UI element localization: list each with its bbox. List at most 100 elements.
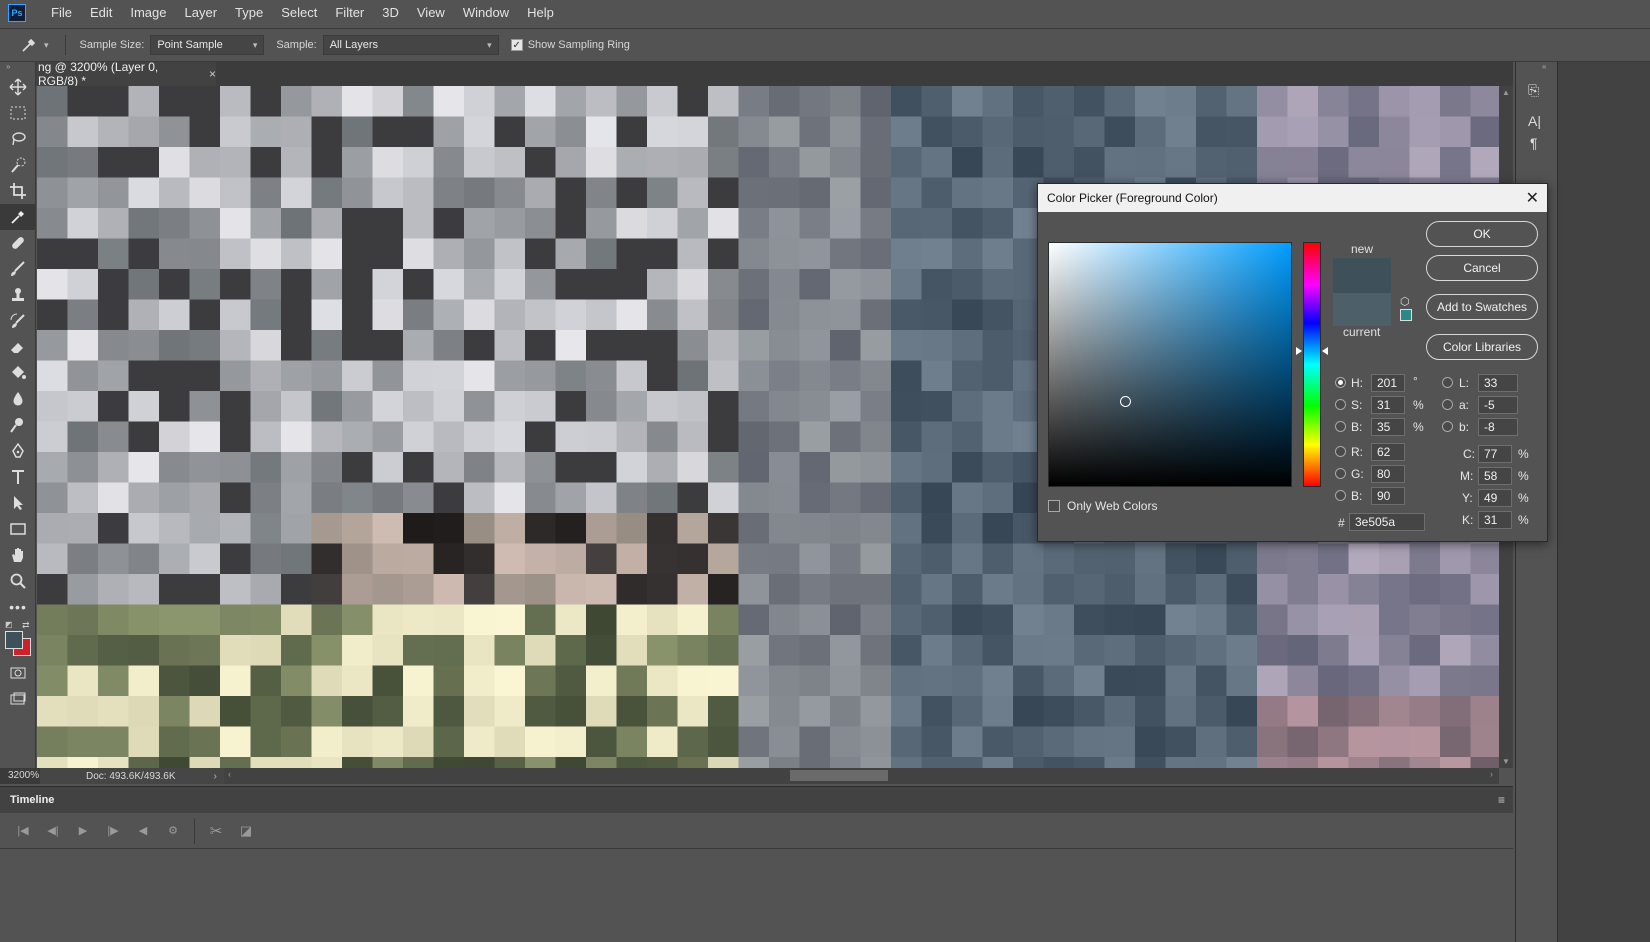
brightness-field[interactable]: 35 xyxy=(1371,418,1405,436)
first-frame-icon[interactable]: |◀ xyxy=(8,824,38,837)
quick-mask-button[interactable] xyxy=(0,660,36,686)
crop-tool[interactable] xyxy=(0,178,36,204)
dialog-titlebar[interactable]: Color Picker (Foreground Color) ✕ xyxy=(1038,184,1547,212)
show-sampling-ring-checkbox[interactable]: ✓ xyxy=(510,39,523,51)
blue-field[interactable]: 90 xyxy=(1371,487,1405,505)
audio-icon[interactable]: ◀ xyxy=(128,824,158,837)
blur-tool[interactable] xyxy=(0,386,36,412)
document-tab[interactable]: ng @ 3200% (Layer 0, RGB/8) * × xyxy=(36,60,216,88)
green-field[interactable]: 80 xyxy=(1371,465,1405,483)
previous-frame-icon[interactable]: ◀| xyxy=(38,824,68,837)
red-field[interactable]: 62 xyxy=(1371,443,1405,461)
path-selection-tool[interactable] xyxy=(0,490,36,516)
scroll-up-icon[interactable]: ▲ xyxy=(1502,88,1510,97)
saturation-radio[interactable] xyxy=(1335,399,1346,410)
default-colors-icon[interactable]: ◩ xyxy=(5,620,13,629)
ok-button[interactable]: OK xyxy=(1426,221,1538,247)
hue-radio[interactable] xyxy=(1335,377,1346,388)
play-icon[interactable]: ▶ xyxy=(68,824,98,837)
only-web-colors-checkbox[interactable] xyxy=(1048,500,1060,512)
current-color-swatch[interactable] xyxy=(1333,293,1391,326)
type-tool[interactable] xyxy=(0,464,36,490)
hue-slider[interactable] xyxy=(1303,242,1321,487)
green-radio[interactable] xyxy=(1335,468,1346,479)
healing-brush-tool[interactable] xyxy=(0,230,36,256)
sample-size-select[interactable]: Point Sample ▾ xyxy=(150,35,265,55)
hue-field[interactable]: 201 xyxy=(1371,374,1405,392)
move-tool[interactable] xyxy=(0,74,36,100)
menu-edit[interactable]: Edit xyxy=(81,0,121,26)
split-scissors-icon[interactable]: ✂ xyxy=(201,822,231,840)
scroll-down-icon[interactable]: ▼ xyxy=(1502,757,1510,766)
horizontal-scrollbar[interactable]: ‹ › xyxy=(224,768,1499,784)
magenta-field[interactable]: 58 xyxy=(1478,467,1512,485)
more-tools-button[interactable]: ••• xyxy=(0,594,36,620)
history-panel-icon[interactable]: ⎘ xyxy=(1516,74,1557,99)
settings-gear-icon[interactable]: ⚙ xyxy=(158,824,188,837)
black-field[interactable]: 31 xyxy=(1478,511,1512,529)
cancel-button[interactable]: Cancel xyxy=(1426,255,1538,281)
eyedropper-tool[interactable] xyxy=(0,204,36,230)
blue-radio[interactable] xyxy=(1335,490,1346,501)
lab-b-radio[interactable] xyxy=(1442,421,1453,432)
lab-b-field[interactable]: -8 xyxy=(1478,418,1518,436)
paragraph-panel-icon[interactable]: ¶ xyxy=(1516,129,1557,151)
sample-select[interactable]: All Layers ▾ xyxy=(322,35,499,55)
next-frame-icon[interactable]: |▶ xyxy=(98,824,128,837)
3d-cube-icon[interactable]: ⬡ xyxy=(1400,295,1410,308)
pen-tool[interactable] xyxy=(0,438,36,464)
brightness-radio[interactable] xyxy=(1335,421,1346,432)
close-icon[interactable]: ✕ xyxy=(1526,188,1539,208)
paint-bucket-tool[interactable] xyxy=(0,360,36,386)
quick-selection-tool[interactable] xyxy=(0,152,36,178)
lasso-tool[interactable] xyxy=(0,126,36,152)
menu-3d[interactable]: 3D xyxy=(373,0,408,26)
hex-field[interactable]: 3e505a xyxy=(1349,513,1425,531)
collapse-icon[interactable]: « xyxy=(1516,62,1557,74)
swap-colors-icon[interactable]: ⇄ xyxy=(22,620,30,631)
menu-view[interactable]: View xyxy=(408,0,454,26)
eraser-tool[interactable] xyxy=(0,334,36,360)
lab-a-field[interactable]: -5 xyxy=(1478,396,1518,414)
lightness-radio[interactable] xyxy=(1442,377,1453,388)
menu-window[interactable]: Window xyxy=(454,0,518,26)
screen-mode-button[interactable] xyxy=(0,686,36,712)
zoom-level[interactable]: 3200% xyxy=(0,768,40,784)
dodge-tool[interactable] xyxy=(0,412,36,438)
rectangle-tool[interactable] xyxy=(0,516,36,542)
hue-slider-left-arrow[interactable] xyxy=(1296,347,1302,355)
brush-tool[interactable] xyxy=(0,256,36,282)
marquee-tool[interactable] xyxy=(0,100,36,126)
hue-slider-right-arrow[interactable] xyxy=(1322,347,1328,355)
timeline-title[interactable]: Timeline xyxy=(10,794,54,806)
menu-select[interactable]: Select xyxy=(272,0,326,26)
web-safe-color-icon[interactable] xyxy=(1400,309,1412,321)
color-libraries-button[interactable]: Color Libraries xyxy=(1426,334,1538,360)
status-menu-icon[interactable]: › xyxy=(214,771,217,782)
transition-icon[interactable]: ◪ xyxy=(231,823,261,839)
menu-type[interactable]: Type xyxy=(226,0,272,26)
horizontal-scroll-thumb[interactable] xyxy=(790,770,888,781)
panel-menu-icon[interactable]: ≡ xyxy=(1498,793,1505,807)
character-panel-icon[interactable]: A| xyxy=(1516,99,1557,129)
scroll-right-icon[interactable]: › xyxy=(1490,769,1493,779)
menu-help[interactable]: Help xyxy=(518,0,563,26)
add-to-swatches-button[interactable]: Add to Swatches xyxy=(1426,294,1538,320)
hand-tool[interactable] xyxy=(0,542,36,568)
menu-file[interactable]: File xyxy=(42,0,81,26)
menu-layer[interactable]: Layer xyxy=(176,0,227,26)
cyan-field[interactable]: 77 xyxy=(1478,445,1512,463)
close-tab-icon[interactable]: × xyxy=(209,67,216,81)
preset-chevron-icon[interactable]: ▾ xyxy=(44,40,49,51)
red-radio[interactable] xyxy=(1335,446,1346,457)
lightness-field[interactable]: 33 xyxy=(1478,374,1518,392)
lab-a-radio[interactable] xyxy=(1442,399,1453,410)
clone-stamp-tool[interactable] xyxy=(0,282,36,308)
menu-image[interactable]: Image xyxy=(121,0,175,26)
history-brush-tool[interactable] xyxy=(0,308,36,334)
yellow-field[interactable]: 49 xyxy=(1478,489,1512,507)
foreground-color-swatch[interactable] xyxy=(5,631,23,649)
color-field-marker[interactable] xyxy=(1120,396,1131,407)
collapse-icon[interactable]: » xyxy=(0,62,35,74)
saturation-brightness-field[interactable] xyxy=(1048,242,1292,487)
